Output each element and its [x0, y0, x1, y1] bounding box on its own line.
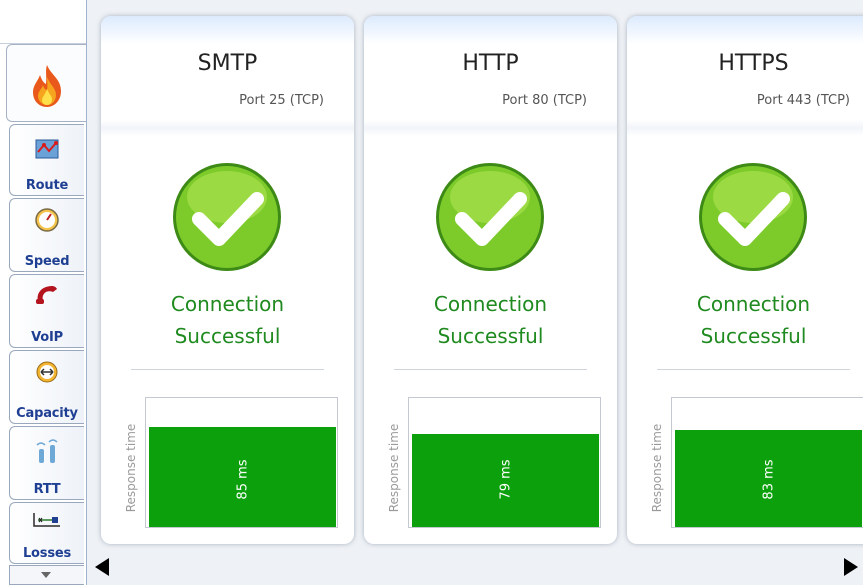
tab-rtt[interactable]: RTT — [9, 426, 84, 500]
tab-voip[interactable]: VoIP — [9, 274, 84, 348]
tab-ports[interactable] — [6, 44, 86, 122]
card-divider — [627, 120, 863, 136]
tab-speed-label: Speed — [24, 254, 70, 269]
tab-route-label: Route — [25, 178, 69, 193]
tab-losses[interactable]: Losses — [9, 502, 84, 564]
status-divider — [131, 369, 324, 370]
tab-losses-label: Losses — [22, 546, 72, 561]
flame-icon — [32, 65, 61, 107]
tab-speed[interactable]: Speed — [9, 198, 84, 272]
speedometer-icon — [35, 208, 59, 232]
status-divider — [657, 369, 850, 370]
response-time-axis-label: Response time — [124, 423, 138, 513]
tab-capacity[interactable]: Capacity — [9, 350, 84, 424]
status-line-2: Successful — [437, 324, 544, 348]
tab-capacity-label: Capacity — [16, 406, 78, 421]
tab-scroll-down-button[interactable] — [9, 565, 84, 585]
response-time-bar: 79 ms — [412, 434, 599, 527]
result-card-http: HTTP Port 80 (TCP) Connection Successful… — [364, 16, 617, 544]
status-line-2: Successful — [174, 324, 281, 348]
response-time-plot: 79 ms — [408, 397, 601, 528]
scroll-right-arrow[interactable] — [843, 557, 859, 577]
card-header-band — [627, 16, 863, 44]
losses-icon — [33, 513, 60, 527]
status-line-1: Connection — [433, 292, 548, 316]
protocol-title: HTTP — [462, 51, 519, 76]
connection-status: Connection Successful — [364, 288, 617, 352]
protocol-title: SMTP — [197, 51, 258, 76]
scroll-left-arrow[interactable] — [94, 557, 110, 577]
connection-status: Connection Successful — [101, 288, 354, 352]
phone-icon — [36, 286, 57, 304]
results-panel: SMTP Port 25 (TCP) Connection Successful… — [86, 0, 863, 585]
status-line-1: Connection — [170, 292, 285, 316]
tab-voip-label: VoIP — [31, 330, 63, 345]
success-check-icon — [173, 163, 281, 271]
port-label: Port 443 (TCP) — [756, 93, 850, 108]
port-label: Port 25 (TCP) — [239, 93, 324, 108]
response-time-bar: 85 ms — [149, 427, 336, 527]
connection-status: Connection Successful — [627, 288, 863, 352]
response-time-axis-label: Response time — [387, 423, 401, 513]
result-card-smtp: SMTP Port 25 (TCP) Connection Successful… — [101, 16, 354, 544]
route-icon — [35, 139, 59, 159]
card-header-band — [101, 16, 354, 44]
port-label: Port 80 (TCP) — [502, 93, 587, 108]
result-card-https: HTTPS Port 443 (TCP) Connection Successf… — [627, 16, 863, 544]
card-divider — [101, 120, 354, 136]
status-line-1: Connection — [696, 292, 811, 316]
card-header-band — [364, 16, 617, 44]
protocol-title: HTTPS — [718, 51, 789, 76]
status-divider — [394, 369, 587, 370]
response-time-plot: 83 ms — [671, 397, 863, 528]
card-divider — [364, 120, 617, 136]
response-time-axis-label: Response time — [650, 423, 664, 513]
tab-route[interactable]: Route — [9, 124, 84, 196]
capacity-icon — [36, 361, 58, 383]
rtt-icon — [36, 439, 58, 463]
response-time-value: 83 ms — [761, 459, 776, 500]
response-time-value: 79 ms — [498, 459, 513, 500]
success-check-icon — [436, 163, 544, 271]
success-check-icon — [699, 163, 807, 271]
response-time-bar: 83 ms — [675, 430, 862, 527]
status-line-2: Successful — [700, 324, 807, 348]
response-time-value: 85 ms — [235, 459, 250, 500]
tab-rtt-label: RTT — [33, 482, 61, 497]
side-tab-strip: Route Speed VoIP Capacity RTT Losses — [0, 0, 86, 585]
chevron-down-icon — [41, 572, 51, 578]
response-time-plot: 85 ms — [145, 397, 338, 528]
